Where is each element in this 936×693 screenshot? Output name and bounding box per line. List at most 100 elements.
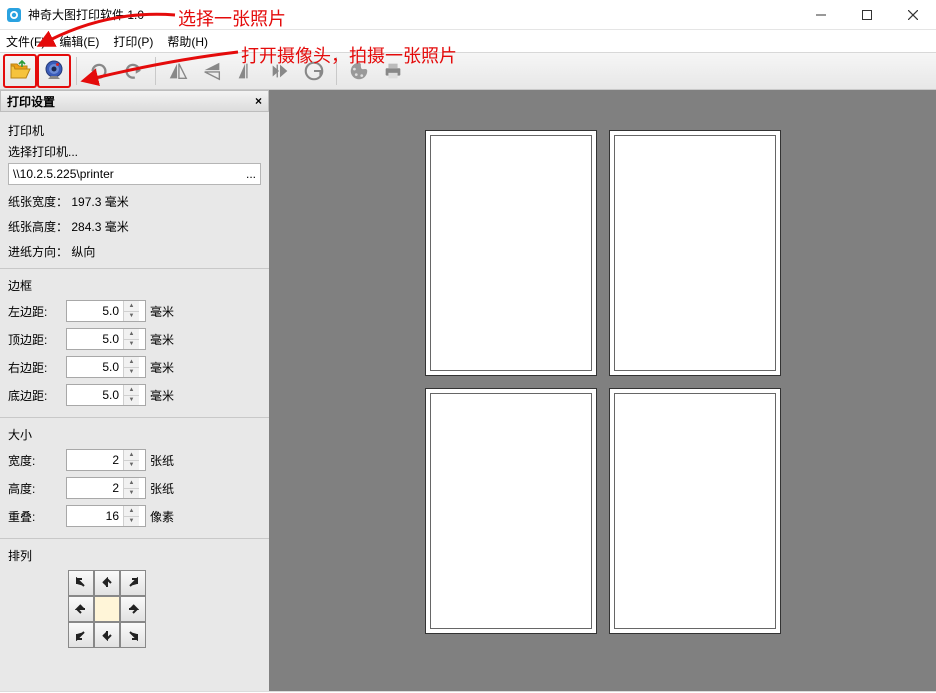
spinner[interactable]: ▲▼ xyxy=(123,478,139,498)
height-label: 高度: xyxy=(8,480,66,497)
rotate-left-button[interactable] xyxy=(230,55,262,87)
window-title: 神奇大图打印软件 1.0 xyxy=(28,6,798,23)
margin-left-label: 左边距: xyxy=(8,303,66,320)
toolbar xyxy=(0,52,936,90)
arrange-section-label: 排列 xyxy=(8,547,261,564)
arrange-bottom-right[interactable] xyxy=(120,622,146,648)
open-file-button[interactable] xyxy=(4,55,36,87)
margin-right-input[interactable]: ▲▼ xyxy=(66,356,146,378)
arrange-bottom-left[interactable] xyxy=(68,622,94,648)
toolbar-separator xyxy=(155,57,156,85)
unit-sheet: 张纸 xyxy=(150,452,174,469)
flip-horizontal-button[interactable] xyxy=(162,55,194,87)
spinner[interactable]: ▲▼ xyxy=(123,329,139,349)
arrow-down-left-icon xyxy=(75,629,87,641)
unit-pixel: 像素 xyxy=(150,508,174,525)
color-palette-button[interactable] xyxy=(343,55,375,87)
spinner[interactable]: ▲▼ xyxy=(123,450,139,470)
preview-page xyxy=(425,130,597,376)
margin-bottom-label: 底边距: xyxy=(8,387,66,404)
overlap-input[interactable]: ▲▼ xyxy=(66,505,146,527)
paper-height-value: 284.3 毫米 xyxy=(71,220,128,234)
rotate-left-icon xyxy=(235,60,257,82)
minimize-button[interactable] xyxy=(798,0,844,30)
margin-bottom-input[interactable]: ▲▼ xyxy=(66,384,146,406)
menu-print[interactable]: 打印(P) xyxy=(113,33,153,50)
ellipsis-icon: ... xyxy=(246,167,256,181)
minimize-icon xyxy=(816,10,826,20)
height-input[interactable]: ▲▼ xyxy=(66,477,146,499)
close-button[interactable] xyxy=(890,0,936,30)
settings-panel: 打印设置 × 打印机 选择打印机... \\10.2.5.225\printer… xyxy=(0,90,269,691)
divider xyxy=(0,417,269,418)
paper-width-row: 纸张宽度： 197.3 毫米 xyxy=(8,193,261,210)
arrange-center[interactable] xyxy=(94,596,120,622)
webcam-icon xyxy=(42,59,66,83)
menu-edit[interactable]: 编辑(E) xyxy=(59,33,99,50)
paper-height-label: 纸张高度： xyxy=(8,220,68,234)
printer-icon xyxy=(382,60,404,82)
open-camera-button[interactable] xyxy=(38,55,70,87)
toolbar-separator xyxy=(336,57,337,85)
rotate-right-icon xyxy=(269,60,291,82)
arrow-down-icon xyxy=(101,629,113,641)
panel-close-button[interactable]: × xyxy=(255,94,262,108)
preview-page xyxy=(609,130,781,376)
margin-right-label: 右边距: xyxy=(8,359,66,376)
arrow-up-left-icon xyxy=(75,577,87,589)
margin-top-input[interactable]: ▲▼ xyxy=(66,328,146,350)
flip-vertical-button[interactable] xyxy=(196,55,228,87)
overlap-label: 重叠: xyxy=(8,508,66,525)
arrange-left[interactable] xyxy=(68,596,94,622)
arrange-top[interactable] xyxy=(94,570,120,596)
printer-select[interactable]: \\10.2.5.225\printer ... xyxy=(8,163,261,185)
rotate-right-button[interactable] xyxy=(264,55,296,87)
flip-v-icon xyxy=(201,60,223,82)
toolbar-separator xyxy=(76,57,77,85)
width-input[interactable]: ▲▼ xyxy=(66,449,146,471)
spinner[interactable]: ▲▼ xyxy=(123,301,139,321)
spinner[interactable]: ▲▼ xyxy=(123,385,139,405)
paper-height-row: 纸张高度： 284.3 毫米 xyxy=(8,218,261,235)
feed-direction-row: 进纸方向： 纵向 xyxy=(8,243,261,260)
menu-help[interactable]: 帮助(H) xyxy=(167,33,208,50)
arrange-top-left[interactable] xyxy=(68,570,94,596)
unit-mm: 毫米 xyxy=(150,359,174,376)
printer-value: \\10.2.5.225\printer xyxy=(13,167,114,181)
select-printer-label: 选择打印机... xyxy=(8,143,261,160)
spinner[interactable]: ▲▼ xyxy=(123,357,139,377)
redo-icon xyxy=(122,60,144,82)
palette-icon xyxy=(348,60,370,82)
arrange-bottom[interactable] xyxy=(94,622,120,648)
margin-section-label: 边框 xyxy=(8,277,261,294)
redo-button[interactable] xyxy=(117,55,149,87)
panel-title: 打印设置 xyxy=(7,93,55,110)
arrange-top-right[interactable] xyxy=(120,570,146,596)
arrange-grid xyxy=(68,570,261,648)
spinner[interactable]: ▲▼ xyxy=(123,506,139,526)
preview-page xyxy=(425,388,597,634)
arrange-right[interactable] xyxy=(120,596,146,622)
print-button[interactable] xyxy=(377,55,409,87)
size-section-label: 大小 xyxy=(8,426,261,443)
grayscale-button[interactable] xyxy=(298,55,330,87)
margin-top-label: 顶边距: xyxy=(8,331,66,348)
undo-button[interactable] xyxy=(83,55,115,87)
flip-h-icon xyxy=(167,60,189,82)
app-icon xyxy=(6,7,22,23)
open-folder-icon xyxy=(8,59,32,83)
feed-direction-label: 进纸方向： xyxy=(8,245,68,259)
margin-left-input[interactable]: ▲▼ xyxy=(66,300,146,322)
unit-mm: 毫米 xyxy=(150,331,174,348)
unit-mm: 毫米 xyxy=(150,303,174,320)
maximize-button[interactable] xyxy=(844,0,890,30)
printer-section-label: 打印机 xyxy=(8,122,261,139)
preview-page xyxy=(609,388,781,634)
arrow-down-right-icon xyxy=(127,629,139,641)
arrow-right-icon xyxy=(127,603,139,615)
unit-mm: 毫米 xyxy=(150,387,174,404)
menu-file[interactable]: 文件(F) xyxy=(6,33,45,50)
feed-direction-value: 纵向 xyxy=(71,245,95,259)
titlebar: 神奇大图打印软件 1.0 xyxy=(0,0,936,30)
divider xyxy=(0,268,269,269)
